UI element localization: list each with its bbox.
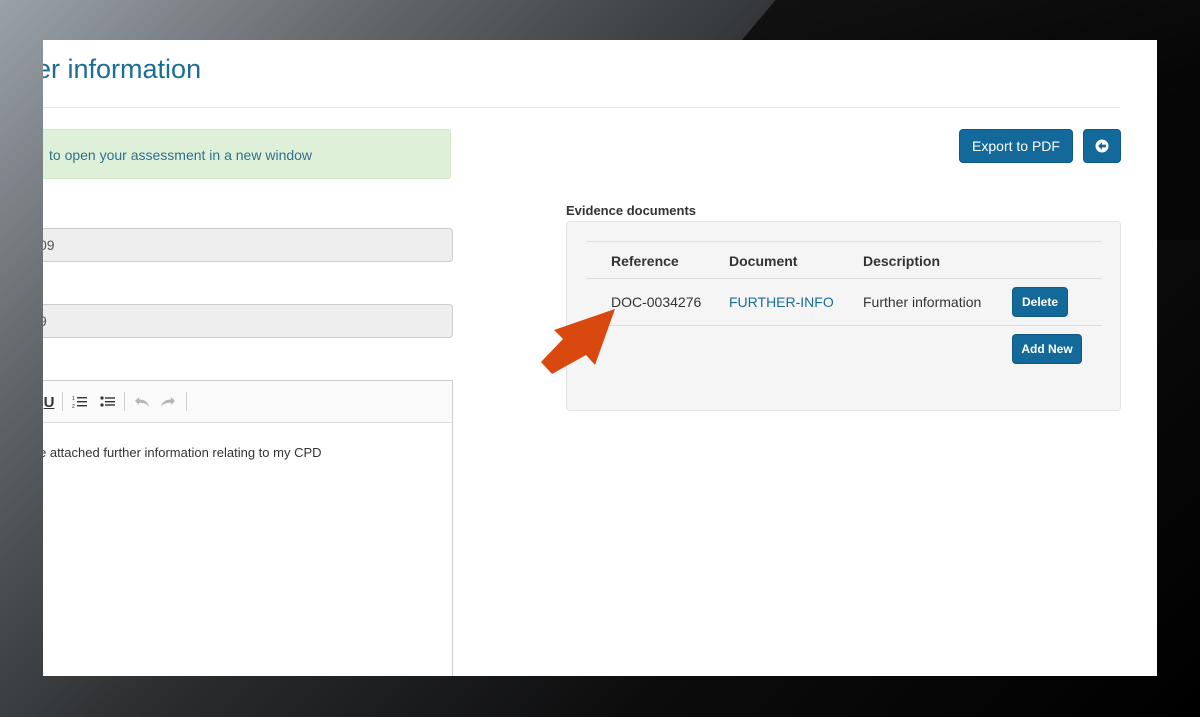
title-divider (43, 107, 1120, 108)
column-header-reference: Reference (611, 253, 679, 269)
numbered-list-button[interactable]: 1 2 (68, 391, 92, 413)
row-description: Further information (863, 294, 982, 310)
app-screen: her information to open your assessment … (43, 40, 1157, 676)
row-reference: DOC-0034276 (611, 294, 702, 310)
row-document-link[interactable]: FURTHER-INFO (729, 294, 834, 310)
readonly-field-1-value: 09 (43, 237, 55, 253)
numbered-list-icon: 1 2 (72, 396, 87, 409)
info-alert-text: to open your assessment in a new window (49, 147, 313, 163)
page-title: her information (43, 54, 202, 84)
add-new-button[interactable]: Add New (1012, 334, 1082, 364)
editor-body-text: e attached further information relating … (43, 445, 322, 460)
export-pdf-button[interactable]: Export to PDF (959, 129, 1073, 163)
circle-arrow-left-icon (1095, 139, 1109, 153)
delete-button[interactable]: Delete (1012, 287, 1068, 317)
underline-button[interactable]: U (43, 391, 58, 413)
toolbar-separator (186, 392, 187, 411)
info-alert: to open your assessment in a new window (43, 129, 451, 179)
redo-icon (161, 397, 175, 407)
bullet-list-button[interactable] (96, 391, 120, 413)
bullet-list-icon (100, 396, 115, 407)
readonly-field-2-value: 9 (43, 313, 47, 329)
svg-text:2: 2 (72, 404, 75, 409)
toolbar-separator (62, 392, 63, 411)
evidence-panel: Reference Document Description DOC-00342… (566, 221, 1121, 411)
undo-icon (135, 397, 149, 407)
readonly-field-2[interactable]: 9 (43, 304, 453, 338)
table-row: DOC-0034276 FURTHER-INFO Further informa… (586, 279, 1102, 326)
undo-button[interactable] (130, 391, 154, 413)
annotation-arrow-icon (541, 309, 615, 374)
column-header-document: Document (729, 253, 798, 269)
toolbar-separator (124, 392, 125, 411)
evidence-section-label: Evidence documents (566, 203, 697, 218)
table-header-row: Reference Document Description (586, 241, 1102, 279)
redo-button[interactable] (156, 391, 180, 413)
column-header-description: Description (863, 253, 941, 269)
svg-text:1: 1 (72, 396, 75, 402)
readonly-field-1[interactable]: 09 (43, 228, 453, 262)
back-button[interactable] (1083, 129, 1121, 163)
editor-toolbar: U 1 2 (43, 381, 452, 423)
rich-text-editor[interactable]: U 1 2 e attached further information rel… (43, 380, 453, 676)
